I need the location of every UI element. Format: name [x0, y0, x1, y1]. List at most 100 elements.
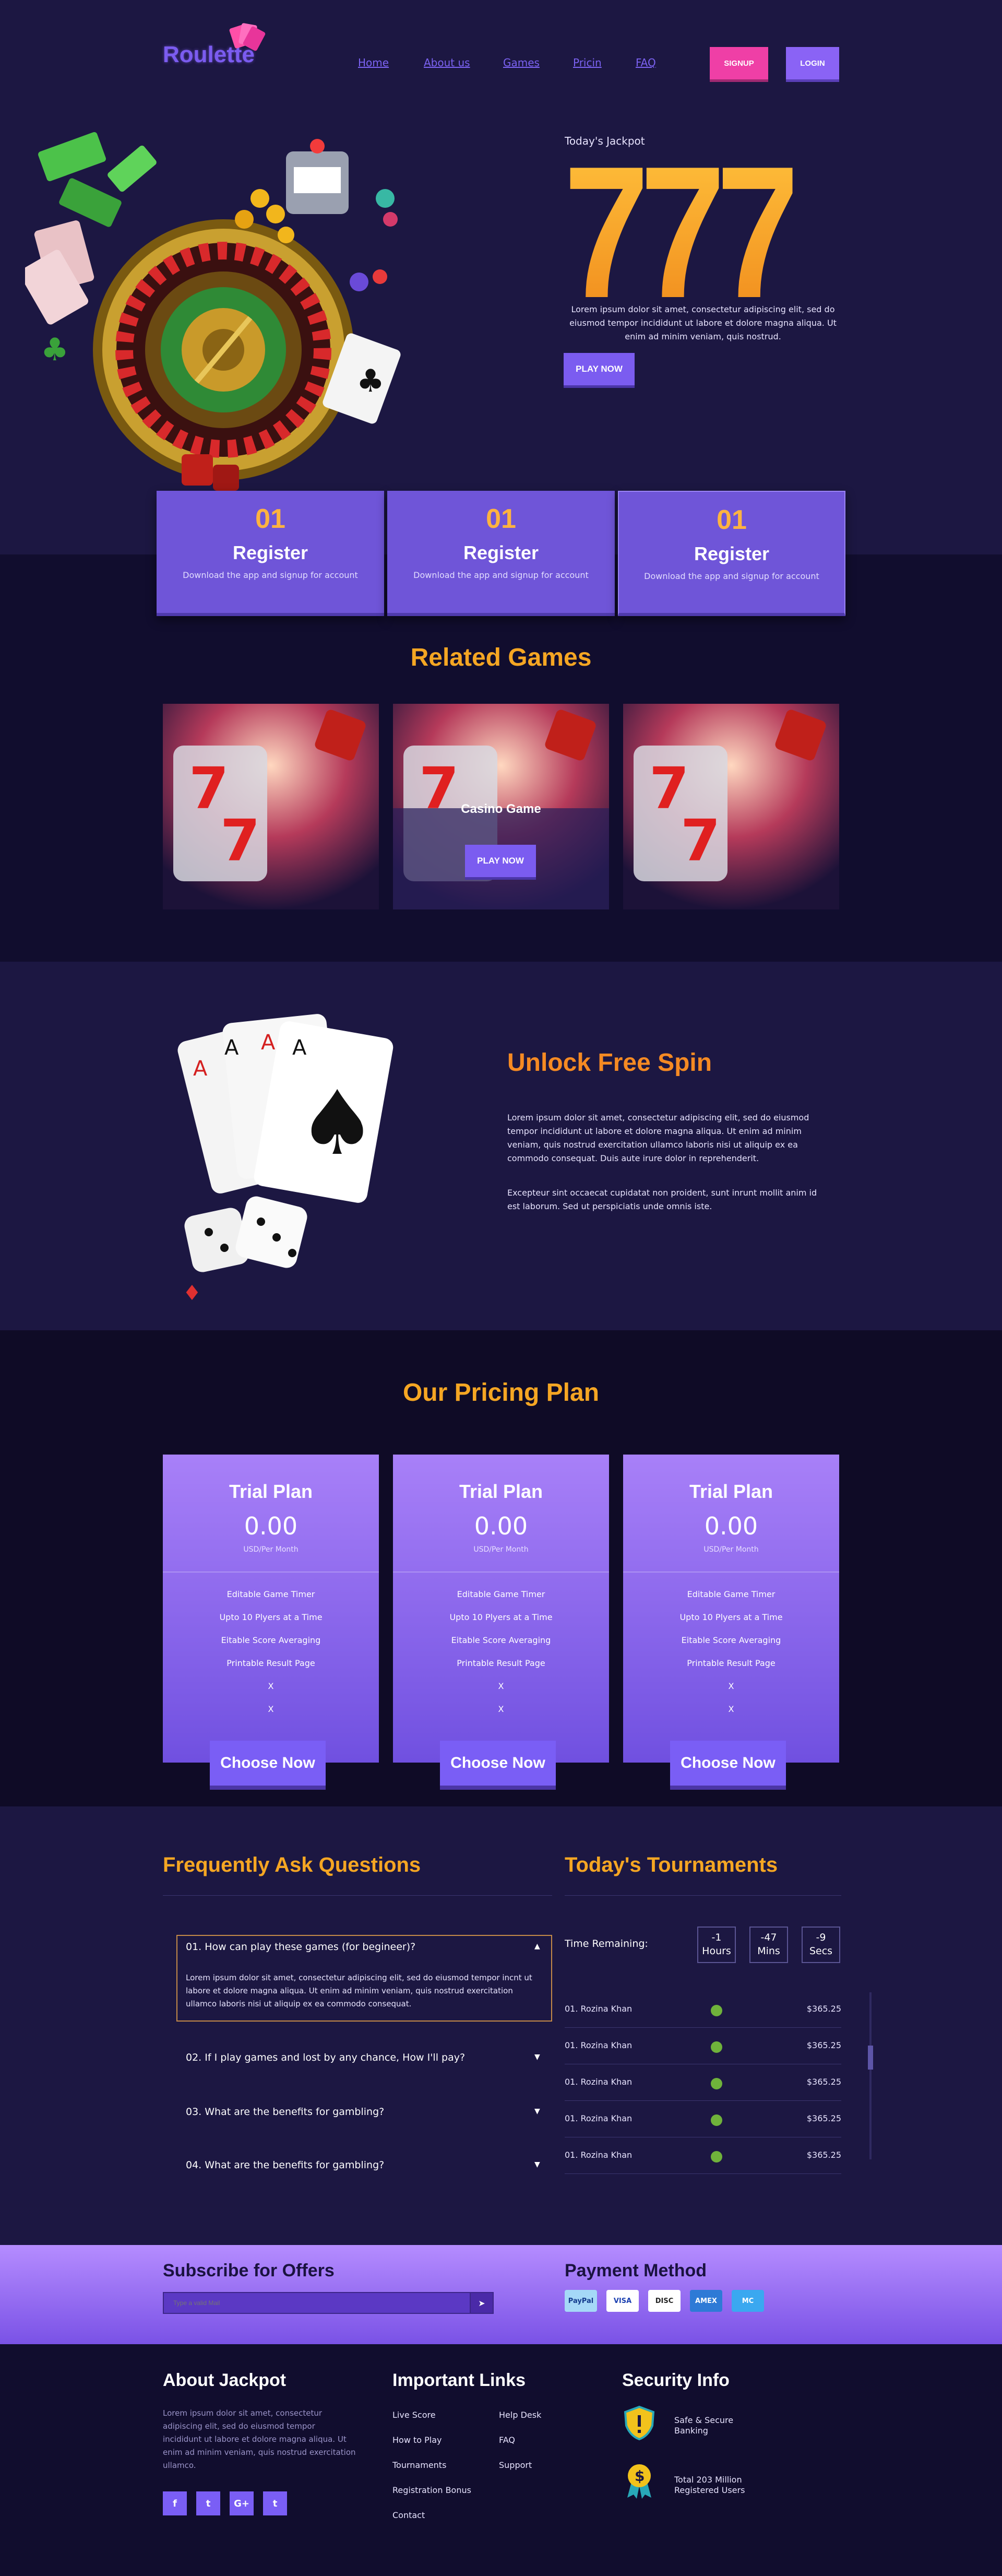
security-line: Safe & Secure: [674, 2415, 734, 2425]
faq-question[interactable]: 04. What are the benefits for gambling?: [186, 2159, 384, 2171]
footer-link[interactable]: How to Play: [392, 2435, 442, 2445]
faq-tournament-section: [0, 1806, 1002, 2245]
nav-games[interactable]: Games: [503, 56, 540, 69]
player-name: 01. Rozina Khan: [565, 2040, 633, 2050]
footer-link[interactable]: Contact: [392, 2510, 425, 2520]
feature-title: Register: [463, 542, 539, 563]
about-title: About Jackpot: [163, 2370, 287, 2390]
paypal-icon: PayPal: [565, 2290, 597, 2312]
security-text: Total 203 Million Registered Users: [674, 2475, 745, 2496]
clover-icon: ♣: [41, 332, 69, 368]
unlock-title: Unlock Free Spin: [507, 1049, 712, 1077]
footer-link[interactable]: Help Desk: [499, 2410, 541, 2420]
footer-link[interactable]: Live Score: [392, 2410, 436, 2420]
links-title: Important Links: [392, 2370, 526, 2390]
scrollbar-thumb[interactable]: [868, 2046, 873, 2070]
security-line: Total 203 Million: [674, 2475, 742, 2485]
svg-text:♦: ♦: [183, 1281, 201, 1300]
timer-unit: Mins: [757, 1945, 780, 1957]
twitter-icon[interactable]: t: [196, 2491, 220, 2515]
player-name: 01. Rozina Khan: [565, 2077, 633, 2087]
choose-now-button[interactable]: Choose Now: [670, 1741, 786, 1786]
svg-text:A: A: [292, 1036, 307, 1060]
send-icon[interactable]: ➤: [470, 2292, 494, 2314]
footer-link[interactable]: Tournaments: [392, 2460, 446, 2470]
status-dot-icon: [711, 2078, 722, 2089]
chevron-down-icon[interactable]: ▼: [534, 2160, 540, 2169]
faq-question[interactable]: 03. What are the benefits for gambling?: [186, 2106, 384, 2118]
game-card[interactable]: 7 7: [163, 704, 379, 909]
tournament-row: 01. Rozina Khan $365.25: [565, 2029, 841, 2064]
choose-now-button[interactable]: Choose Now: [210, 1741, 326, 1786]
signup-button[interactable]: SIGNUP: [710, 47, 768, 79]
discover-icon: DISC: [648, 2290, 681, 2312]
plan-feature: Editable Game Timer: [457, 1589, 545, 1599]
twitter-icon[interactable]: t: [263, 2491, 287, 2515]
unlock-section: [0, 962, 1002, 1330]
player-amount: $365.25: [806, 2113, 841, 2123]
status-dot-icon: [711, 2114, 722, 2126]
plan-unit: USD/Per Month: [473, 1545, 529, 1554]
playing-cards-left-icon: [25, 220, 94, 325]
subscribe-section: [0, 2245, 1002, 2344]
plan-feature: X: [268, 1681, 274, 1691]
subscribe-title: Subscribe for Offers: [163, 2261, 335, 2280]
nav-about[interactable]: About us: [424, 56, 470, 69]
chevron-down-icon[interactable]: ▼: [534, 2053, 540, 2061]
pricing-card: Trial Plan 0.00 USD/Per Month Editable G…: [393, 1455, 609, 1786]
game-play-button[interactable]: PLAY NOW: [465, 845, 536, 877]
feature-desc: Download the app and signup for account: [413, 570, 589, 580]
footer-link[interactable]: FAQ: [499, 2435, 515, 2445]
plan-name: Trial Plan: [459, 1481, 543, 1502]
plan-price: 0.00: [704, 1512, 758, 1540]
google-plus-icon[interactable]: G+: [230, 2491, 254, 2515]
plan-feature: Editable Game Timer: [687, 1589, 776, 1599]
plan-feature: X: [268, 1704, 274, 1714]
nav-pricing[interactable]: Pricin: [573, 56, 602, 69]
email-input[interactable]: [163, 2292, 471, 2314]
footer-link[interactable]: Support: [499, 2460, 532, 2470]
plan-unit: USD/Per Month: [703, 1545, 759, 1554]
feature-number: 01: [255, 504, 285, 534]
timer-unit: Hours: [702, 1945, 731, 1957]
plan-feature: X: [498, 1704, 504, 1714]
timer-unit: Secs: [809, 1945, 833, 1957]
payment-title: Payment Method: [565, 2261, 707, 2280]
pricing-card: Trial Plan 0.00 USD/Per Month Editable G…: [623, 1455, 839, 1786]
svg-text:A: A: [224, 1036, 239, 1060]
feature-title: Register: [232, 542, 308, 563]
tournament-row: 01. Rozina Khan $365.25: [565, 2065, 841, 2101]
play-now-button[interactable]: PLAY NOW: [564, 353, 635, 385]
plan-feature: Editable Game Timer: [226, 1589, 315, 1599]
feature-card: 01 Register Download the app and signup …: [157, 491, 384, 616]
nav-home[interactable]: Home: [358, 56, 389, 69]
timer-secs: -9 Secs: [802, 1927, 840, 1963]
tournament-row: 01. Rozina Khan $365.25: [565, 2102, 841, 2137]
unlock-paragraph-1: Lorem ipsum dolor sit amet, consectetur …: [507, 1113, 809, 1163]
slot-game-image: 7 7: [163, 704, 379, 909]
nav-faq[interactable]: FAQ: [636, 56, 656, 69]
login-button[interactable]: LOGIN: [786, 47, 839, 79]
player-amount: $365.25: [806, 2077, 841, 2087]
footer-link[interactable]: Registration Bonus: [392, 2485, 471, 2495]
unlock-paragraph-2: Excepteur sint occaecat cupidatat non pr…: [507, 1188, 817, 1211]
choose-now-button[interactable]: Choose Now: [440, 1741, 556, 1786]
player-name: 01. Rozina Khan: [565, 2150, 633, 2160]
plan-feature: Upto 10 Plyers at a Time: [219, 1612, 323, 1622]
plan-feature: Eitable Score Averaging: [451, 1635, 551, 1645]
game-card[interactable]: 7 Casino Game PLAY NOW: [393, 704, 609, 909]
player-amount: $365.25: [806, 2040, 841, 2050]
faq-question[interactable]: 02. If I play games and lost by any chan…: [186, 2052, 465, 2063]
game-card[interactable]: 7 7: [623, 704, 839, 909]
tournament-scrollbar[interactable]: [869, 1992, 872, 2159]
timer-mins: -47 Mins: [749, 1927, 788, 1963]
plan-feature: X: [728, 1704, 734, 1714]
facebook-icon[interactable]: f: [163, 2491, 187, 2515]
faq-question[interactable]: 01. How can play these games (for begine…: [186, 1941, 415, 1953]
security-text: Safe & Secure Banking: [674, 2415, 733, 2436]
faq-title: Frequently Ask Questions: [163, 1853, 421, 1876]
chevron-up-icon[interactable]: ▲: [534, 1942, 540, 1951]
svg-text:A: A: [193, 1057, 208, 1081]
mastercard-icon: MC: [732, 2290, 764, 2312]
chevron-down-icon[interactable]: ▼: [534, 2107, 540, 2116]
